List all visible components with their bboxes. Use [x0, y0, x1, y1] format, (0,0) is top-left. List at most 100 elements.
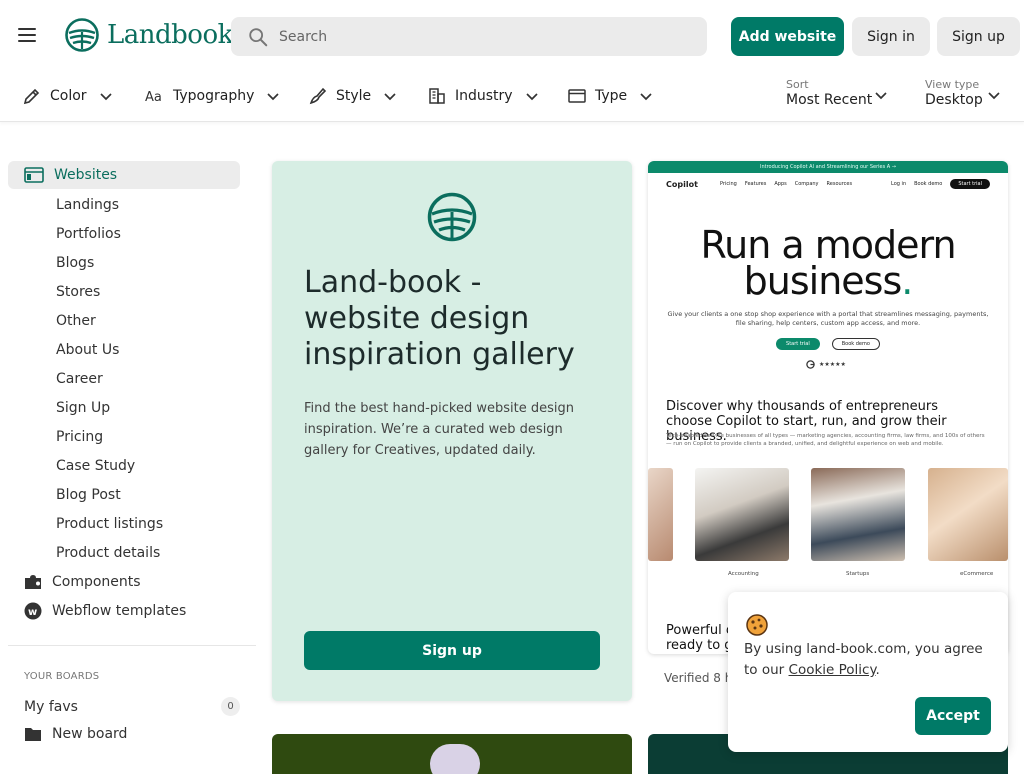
chevron-down-icon: [875, 92, 887, 100]
site-headline-dot: .: [901, 259, 913, 303]
view-type-dropdown[interactable]: View type Desktop: [925, 78, 1005, 108]
sidebar-divider: [8, 645, 256, 646]
search-input[interactable]: [279, 28, 679, 45]
landbook-logo-icon: [65, 18, 99, 52]
boards-heading: YOUR BOARDS: [24, 671, 100, 682]
brush-icon: [309, 87, 327, 105]
typography-icon: Aa: [145, 90, 162, 105]
puzzle-icon: [25, 575, 41, 589]
filter-color[interactable]: Color: [22, 84, 113, 108]
board-my-favs[interactable]: My favs 0: [24, 697, 240, 716]
site-photo-ecommerce: [928, 468, 1008, 561]
filter-industry[interactable]: Industry: [427, 84, 539, 108]
menu-icon[interactable]: [18, 28, 36, 42]
site-nav-link: Resources: [826, 181, 853, 187]
site-subtext: Give your clients a one stop shop experi…: [667, 310, 989, 327]
sidebar-subitem-blog-post[interactable]: Blog Post: [56, 487, 121, 503]
sidebar-subitem-portfolios[interactable]: Portfolios: [56, 226, 121, 242]
site-headline: Run a modern business.: [648, 223, 1008, 300]
window-icon: [568, 89, 586, 103]
site-nav: Copilot Pricing Features Apps Company Re…: [648, 173, 1008, 195]
sidebar-subitem-blogs[interactable]: Blogs: [56, 255, 94, 271]
new-board-label: New board: [52, 726, 128, 742]
board-count-badge: 0: [221, 697, 240, 716]
sidebar-subitem-sign-up[interactable]: Sign Up: [56, 400, 110, 416]
add-website-button[interactable]: Add website: [731, 17, 844, 56]
filter-type-label: Type: [595, 88, 628, 104]
filter-style-label: Style: [336, 88, 372, 104]
sidebar-subitem-product-details[interactable]: Product details: [56, 545, 160, 561]
sidebar-item-components[interactable]: Components: [24, 573, 141, 591]
sidebar-subitem-case-study[interactable]: Case Study: [56, 458, 135, 474]
site-caption: Accounting: [728, 571, 759, 577]
sign-in-button[interactable]: Sign in: [852, 17, 930, 56]
site-nav-link: Features: [744, 181, 767, 187]
sort-dropdown[interactable]: Sort Most Recent: [786, 78, 890, 108]
website-card-copilot[interactable]: Introducing Copilot AI and Streamlining …: [648, 161, 1008, 654]
sidebar-item-label: Webflow templates: [52, 603, 187, 619]
website-card-partial[interactable]: [272, 734, 632, 774]
chevron-down-icon: [525, 93, 538, 101]
chevron-down-icon: [640, 93, 652, 101]
filter-bar: Color Aa Typography Style Industry Type …: [0, 72, 1024, 122]
site-photo: [648, 468, 673, 561]
site-book-demo: Book demo: [914, 181, 943, 187]
top-header: Landbook Add website Sign in Sign up: [0, 0, 1024, 72]
site-headline-line1: Run a modern: [700, 223, 956, 267]
chevron-down-icon: [988, 92, 1000, 100]
site-headline-line2: business.: [648, 262, 1008, 300]
search-icon: [249, 27, 268, 46]
logo[interactable]: Landbook: [65, 18, 233, 52]
sidebar-subitem-about-us[interactable]: About Us: [56, 342, 119, 358]
chevron-down-icon: [384, 93, 396, 101]
sidebar-subitem-other[interactable]: Other: [56, 313, 96, 329]
landbook-logo-icon: [427, 192, 477, 242]
sidebar-item-label: Websites: [54, 167, 118, 183]
promo-sign-up-button[interactable]: Sign up: [304, 631, 600, 670]
new-board-button[interactable]: New board: [24, 726, 127, 742]
browser-icon: [24, 167, 44, 183]
sidebar-item-label: Components: [52, 574, 141, 590]
site-top-banner: Introducing Copilot AI and Streamlining …: [648, 161, 1008, 173]
cookie-icon: [746, 614, 768, 636]
site-nav-right: Log in Book demo Start trial: [891, 179, 990, 189]
search-bar[interactable]: [231, 17, 707, 56]
logo-text: Landbook: [107, 20, 233, 50]
site-cta-group: Start trial Book demo: [648, 338, 1008, 350]
site-photo-startups: [811, 468, 905, 561]
site-nav-link: Apps: [774, 181, 787, 187]
promo-card: Land-book - website design inspiration g…: [272, 161, 632, 701]
cookie-policy-link[interactable]: Cookie Policy: [789, 662, 876, 678]
filter-style[interactable]: Style: [308, 84, 397, 108]
site-brand: Copilot: [666, 179, 698, 189]
sign-up-button[interactable]: Sign up: [937, 17, 1020, 56]
sidebar-item-websites[interactable]: Websites: [8, 161, 240, 189]
sidebar-subitem-pricing[interactable]: Pricing: [56, 429, 103, 445]
sidebar-item-webflow[interactable]: w Webflow templates: [24, 602, 186, 620]
site-headline-word: business: [743, 259, 903, 303]
cookie-accept-button[interactable]: Accept: [915, 697, 991, 735]
google-g-icon: [806, 360, 815, 369]
site-start-trial: Start trial: [950, 179, 990, 189]
promo-title: Land-book - website design inspiration g…: [304, 265, 575, 372]
sidebar-subitem-stores[interactable]: Stores: [56, 284, 100, 300]
site-rating: ★★★★★: [806, 360, 846, 369]
chevron-down-icon: [267, 93, 279, 101]
filter-type[interactable]: Type: [567, 84, 653, 108]
svg-text:Aa: Aa: [145, 90, 162, 105]
site-nav-link: Pricing: [720, 181, 737, 187]
site-nav-links: Pricing Features Apps Company Resources: [720, 181, 852, 187]
filter-typography[interactable]: Aa Typography: [145, 84, 280, 108]
svg-text:w: w: [28, 607, 37, 618]
site-thumbnail-figure: [430, 744, 480, 774]
building-icon: [429, 88, 445, 104]
cookie-text-end: .: [875, 662, 880, 678]
sidebar-subitem-product-listings[interactable]: Product listings: [56, 516, 163, 532]
site-rating-stars: ★★★★★: [819, 361, 846, 368]
filter-typography-label: Typography: [173, 88, 255, 104]
chevron-down-icon: [99, 93, 112, 101]
sidebar-subitem-landings[interactable]: Landings: [56, 197, 119, 213]
sidebar-subitem-career[interactable]: Career: [56, 371, 103, 387]
site-login: Log in: [891, 181, 907, 187]
webflow-icon: w: [24, 602, 42, 620]
